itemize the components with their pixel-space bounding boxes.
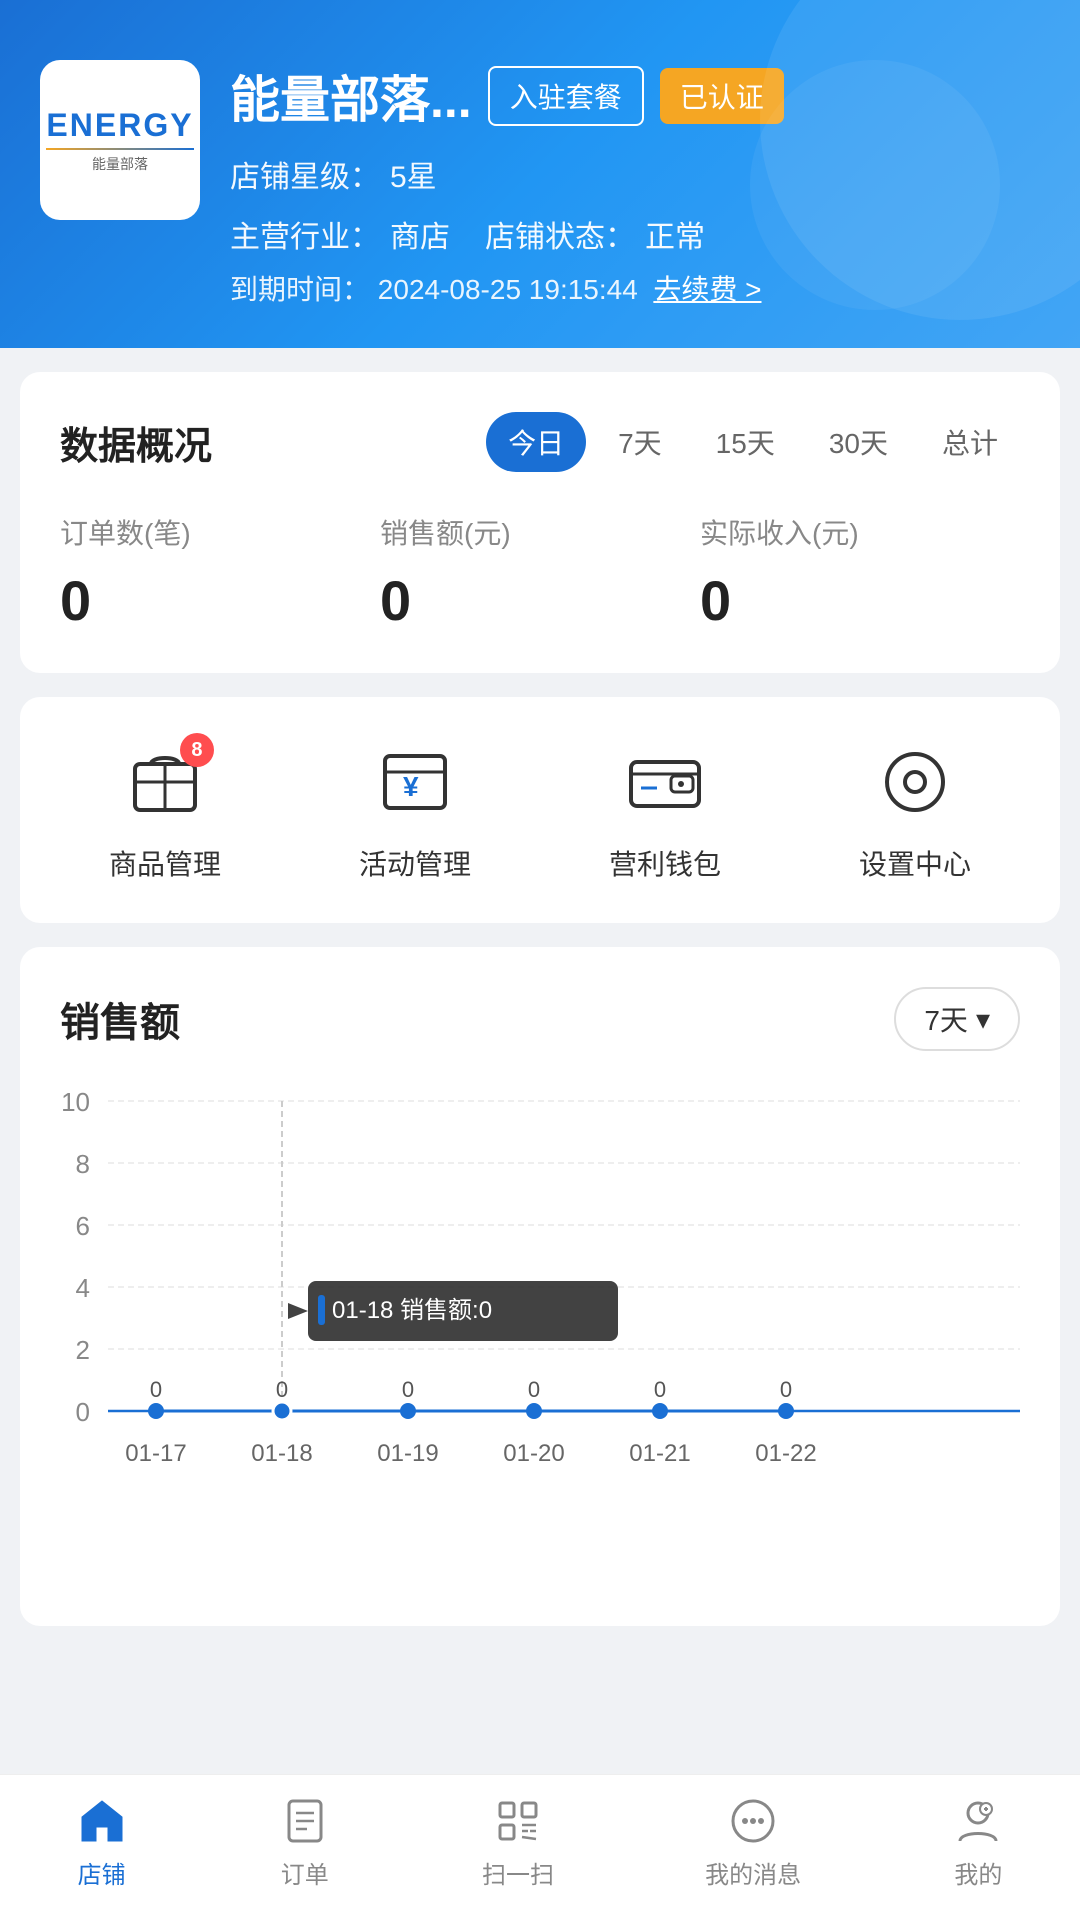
nav-item-activity[interactable]: ¥ 活动管理 bbox=[359, 737, 471, 883]
data-tab-group: 今日 7天 15天 30天 总计 bbox=[486, 412, 1020, 472]
chart-filter-arrow: ▾ bbox=[976, 1003, 990, 1036]
chart-header: 销售额 7天 ▾ bbox=[60, 987, 1020, 1051]
svg-text:0: 0 bbox=[402, 1377, 414, 1402]
nav-item-settings[interactable]: 设置中心 bbox=[859, 737, 971, 883]
tab-30days[interactable]: 30天 bbox=[807, 412, 910, 472]
tab-mine[interactable]: 我的 bbox=[952, 1795, 1004, 1890]
chart-title: 销售额 bbox=[60, 990, 180, 1048]
goods-label: 商品管理 bbox=[109, 843, 221, 883]
stat-sales: 销售额(元) 0 bbox=[380, 512, 700, 633]
svg-text:0: 0 bbox=[780, 1377, 792, 1402]
svg-text:01-18: 01-18 bbox=[251, 1440, 312, 1467]
tab-total[interactable]: 总计 bbox=[920, 412, 1020, 472]
svg-text:0: 0 bbox=[276, 1377, 288, 1402]
store-name: 能量部落... bbox=[230, 60, 472, 132]
tab-7days[interactable]: 7天 bbox=[596, 412, 684, 472]
tab-order-label: 订单 bbox=[281, 1855, 329, 1890]
store-details: 能量部落... 入驻套餐 已认证 店铺星级： 5星 主营行业： 商店 店铺状态： 正常… bbox=[230, 60, 1040, 308]
svg-text:01-19: 01-19 bbox=[377, 1440, 438, 1467]
svg-text:4: 4 bbox=[76, 1273, 90, 1303]
tab-order[interactable]: 订单 bbox=[279, 1795, 331, 1890]
stat-sales-label: 销售额(元) bbox=[380, 512, 700, 552]
data-overview-header: 数据概况 今日 7天 15天 30天 总计 bbox=[60, 412, 1020, 472]
goods-icon: 8 bbox=[120, 737, 210, 827]
tab-today[interactable]: 今日 bbox=[486, 412, 586, 472]
store-industry-status: 主营行业： 商店 店铺状态： 正常 bbox=[230, 208, 1040, 268]
settings-icon bbox=[870, 737, 960, 827]
svg-text:01-20: 01-20 bbox=[503, 1440, 564, 1467]
stat-orders-label: 订单数(笔) bbox=[60, 512, 380, 552]
store-meta: 店铺星级： 5星 bbox=[230, 148, 1040, 208]
tab-message-label: 我的消息 bbox=[705, 1855, 801, 1890]
quick-nav: 8 商品管理 ¥ 活动管理 bbox=[20, 697, 1060, 923]
svg-text:2: 2 bbox=[76, 1335, 90, 1365]
data-overview-title: 数据概况 bbox=[60, 415, 212, 470]
expire-value: 2024-08-25 19:15:44 bbox=[378, 274, 638, 305]
chart-svg: 10 8 6 4 2 0 0 0 0 0 0 0 bbox=[60, 1081, 1020, 1581]
status-value: 正常 bbox=[645, 221, 705, 254]
stat-income-value: 0 bbox=[700, 568, 1020, 633]
nav-item-wallet[interactable]: 营利钱包 bbox=[609, 737, 721, 883]
chart-filter-button[interactable]: 7天 ▾ bbox=[894, 987, 1020, 1051]
activity-icon: ¥ bbox=[370, 737, 460, 827]
data-overview-card: 数据概况 今日 7天 15天 30天 总计 订单数(笔) 0 销售额(元) 0 … bbox=[20, 372, 1060, 673]
chart-area: 10 8 6 4 2 0 0 0 0 0 0 0 bbox=[60, 1081, 1020, 1586]
store-header: ENERGY 能量部落 能量部落... 入驻套餐 已认证 店铺星级： 5星 主营行… bbox=[0, 0, 1080, 348]
tab-scan-label: 扫一扫 bbox=[482, 1855, 554, 1890]
svg-text:01-18 销售额:0: 01-18 销售额:0 bbox=[332, 1297, 492, 1324]
tab-15days[interactable]: 15天 bbox=[694, 412, 797, 472]
stat-income-label: 实际收入(元) bbox=[700, 512, 1020, 552]
svg-text:0: 0 bbox=[76, 1397, 90, 1427]
stat-income: 实际收入(元) 0 bbox=[700, 512, 1020, 633]
industry-value: 商店 bbox=[390, 221, 450, 254]
nav-item-goods[interactable]: 8 商品管理 bbox=[109, 737, 221, 883]
tab-store-label: 店铺 bbox=[78, 1855, 126, 1890]
activity-label: 活动管理 bbox=[359, 843, 471, 883]
status-label: 店铺状态： bbox=[485, 221, 635, 254]
svg-text:01-17: 01-17 bbox=[125, 1440, 186, 1467]
settings-label: 设置中心 bbox=[859, 843, 971, 883]
tab-mine-label: 我的 bbox=[954, 1855, 1002, 1890]
wallet-label: 营利钱包 bbox=[609, 843, 721, 883]
stat-orders-value: 0 bbox=[60, 568, 380, 633]
store-name-row: 能量部落... 入驻套餐 已认证 bbox=[230, 60, 1040, 132]
store-info-row: ENERGY 能量部落 能量部落... 入驻套餐 已认证 店铺星级： 5星 主营行… bbox=[40, 60, 1040, 308]
tab-scan[interactable]: 扫一扫 bbox=[482, 1795, 554, 1890]
certified-button[interactable]: 已认证 bbox=[660, 68, 784, 124]
logo-en: ENERGY bbox=[46, 107, 193, 144]
industry-label: 主营行业： bbox=[230, 221, 380, 254]
data-stats: 订单数(笔) 0 销售额(元) 0 实际收入(元) 0 bbox=[60, 512, 1020, 633]
tab-store[interactable]: 店铺 bbox=[76, 1795, 128, 1890]
bottom-nav: 店铺 订单 扫一扫 我的消息 bbox=[0, 1774, 1080, 1920]
svg-text:6: 6 bbox=[76, 1211, 90, 1241]
sales-chart-card: 销售额 7天 ▾ 10 8 6 4 2 0 bbox=[20, 947, 1060, 1626]
svg-text:¥: ¥ bbox=[403, 771, 419, 802]
chart-filter-label: 7天 bbox=[924, 999, 968, 1039]
store-expire: 到期时间： 2024-08-25 19:15:44 去续费 > bbox=[230, 268, 1040, 308]
svg-text:8: 8 bbox=[76, 1149, 90, 1179]
stat-orders: 订单数(笔) 0 bbox=[60, 512, 380, 633]
nav-items: 8 商品管理 ¥ 活动管理 bbox=[40, 737, 1040, 883]
svg-text:0: 0 bbox=[528, 1377, 540, 1402]
svg-text:0: 0 bbox=[654, 1377, 666, 1402]
expire-label: 到期时间： bbox=[230, 274, 370, 305]
renew-link[interactable]: 去续费 > bbox=[653, 274, 761, 305]
svg-text:0: 0 bbox=[150, 1377, 162, 1402]
tab-message[interactable]: 我的消息 bbox=[705, 1795, 801, 1890]
join-package-button[interactable]: 入驻套餐 bbox=[488, 66, 644, 126]
star-value: 5星 bbox=[390, 161, 437, 194]
logo-cn: 能量部落 bbox=[46, 154, 193, 174]
goods-badge: 8 bbox=[180, 733, 214, 767]
star-label: 店铺星级： bbox=[230, 161, 380, 194]
stat-sales-value: 0 bbox=[380, 568, 700, 633]
store-logo: ENERGY 能量部落 bbox=[40, 60, 200, 220]
svg-text:01-21: 01-21 bbox=[629, 1440, 690, 1467]
svg-text:01-22: 01-22 bbox=[755, 1440, 816, 1467]
wallet-icon bbox=[620, 737, 710, 827]
svg-text:10: 10 bbox=[61, 1087, 90, 1117]
